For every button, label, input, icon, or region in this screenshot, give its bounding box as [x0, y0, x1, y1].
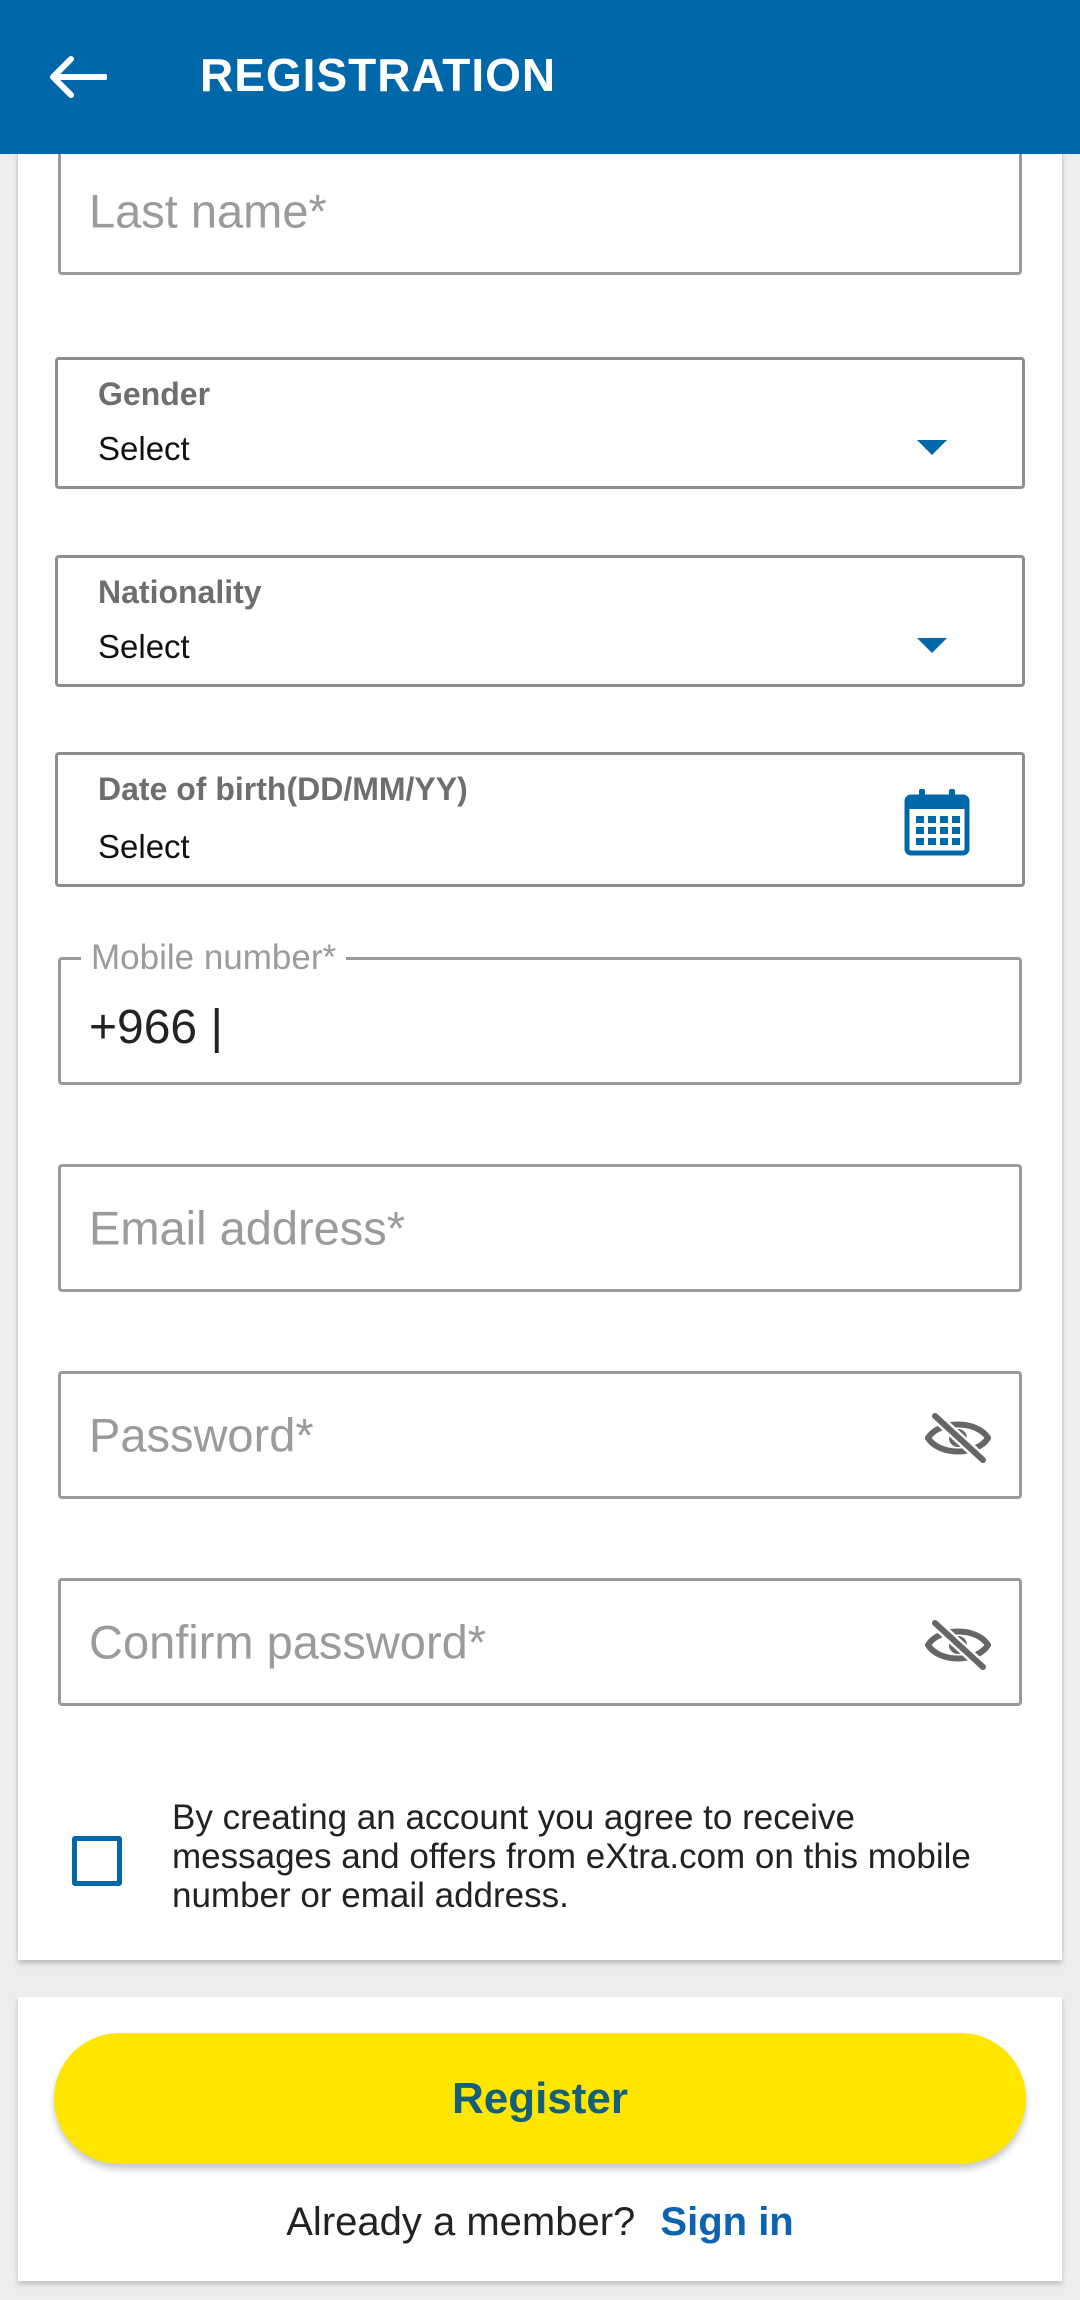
app-bar: REGISTRATION — [0, 0, 1080, 154]
nationality-select[interactable]: Nationality Select — [55, 555, 1025, 687]
gender-label: Gender — [98, 376, 211, 412]
last-name-placeholder: Last name* — [89, 184, 327, 238]
gender-select[interactable]: Gender Select — [55, 357, 1025, 489]
date-of-birth-label: Date of birth(DD/MM/YY) — [98, 771, 468, 807]
confirm-password-field[interactable]: Confirm password* — [58, 1578, 1022, 1706]
email-field[interactable]: Email address* — [58, 1164, 1022, 1292]
nationality-value: Select — [98, 628, 190, 665]
consent-text: By creating an account you agree to rece… — [172, 1798, 971, 1915]
back-button[interactable] — [42, 45, 112, 109]
arrow-left-icon — [50, 56, 107, 98]
calendar-icon[interactable] — [902, 787, 972, 857]
eye-off-icon[interactable] — [925, 1619, 991, 1671]
chevron-down-icon — [917, 638, 947, 653]
password-field[interactable]: Password* — [58, 1371, 1022, 1499]
consent-checkbox[interactable] — [72, 1836, 122, 1886]
page-title: REGISTRATION — [200, 49, 557, 101]
eye-off-icon[interactable] — [925, 1412, 991, 1464]
last-name-field[interactable]: Last name* — [58, 147, 1022, 275]
date-of-birth-field[interactable]: Date of birth(DD/MM/YY) Select — [55, 752, 1025, 887]
nationality-label: Nationality — [98, 574, 262, 610]
password-placeholder: Password* — [89, 1408, 314, 1462]
mobile-number-value: +966 | — [89, 1001, 223, 1054]
gender-value: Select — [98, 430, 190, 467]
chevron-down-icon — [917, 440, 947, 455]
mobile-number-label: Mobile number* — [81, 938, 347, 978]
sign-in-link[interactable]: Sign in — [660, 2200, 793, 2244]
already-member-text: Already a member? — [286, 2200, 636, 2244]
sign-in-row: Already a member? Sign in — [0, 2200, 1080, 2245]
email-placeholder: Email address* — [89, 1201, 406, 1255]
register-button[interactable]: Register — [54, 2033, 1026, 2164]
date-of-birth-value: Select — [98, 828, 190, 865]
confirm-password-placeholder: Confirm password* — [89, 1615, 487, 1669]
mobile-number-field[interactable]: Mobile number* +966 | — [58, 938, 1022, 1085]
